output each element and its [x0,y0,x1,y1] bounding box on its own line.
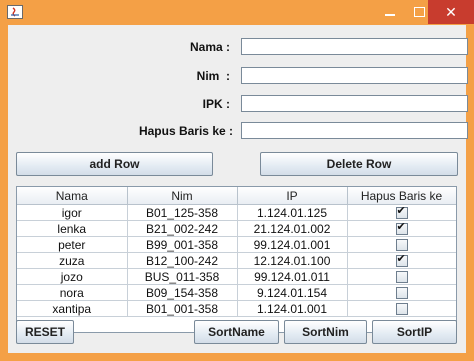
hapus-checkbox[interactable] [395,205,408,219]
sort-name-button[interactable]: SortName [194,320,279,344]
close-icon: ✕ [445,3,457,20]
table-row[interactable]: nora B09_154-358 9.124.01.154 [17,284,456,301]
cell-ip[interactable]: 12.124.01.100 [237,252,348,269]
reset-button[interactable]: RESET [16,320,74,344]
nama-input[interactable] [241,38,468,55]
cell-nama[interactable]: jozo [17,268,128,285]
cell-nim[interactable]: B21_002-242 [127,220,238,237]
cell-hapus [347,268,456,285]
cell-hapus [347,284,456,301]
cell-nama[interactable]: zuza [17,252,128,269]
table-row[interactable]: lenka B21_002-242 21.124.01.002 [17,220,456,237]
cell-hapus [347,252,456,269]
cell-nama[interactable]: igor [17,204,128,221]
column-header-nim[interactable]: Nim [127,187,238,205]
cell-nim[interactable]: B01_001-358 [127,300,238,317]
hapus-baris-input[interactable] [241,122,468,139]
title-bar: ✕ [0,0,474,25]
sort-nim-button[interactable]: SortNim [284,320,367,344]
close-button[interactable]: ✕ [428,0,474,24]
cell-nim[interactable]: B09_154-358 [127,284,238,301]
java-app-icon [7,5,23,19]
delete-row-button[interactable]: Delete Row [260,152,458,176]
table-row[interactable]: peter B99_001-358 99.124.01.001 [17,236,456,253]
hapus-checkbox[interactable] [395,238,408,251]
hapus-checkbox[interactable] [395,253,408,267]
cell-hapus [347,236,456,253]
minimize-icon [385,14,395,16]
data-table: Nama Nim IP Hapus Baris ke igor B01_125-… [16,186,457,333]
sort-ip-button[interactable]: SortIP [372,320,457,344]
cell-nama[interactable]: nora [17,284,128,301]
cell-hapus [347,220,456,237]
cell-nim[interactable]: B12_100-242 [127,252,238,269]
hapus-baris-label: Hapus Baris ke : [138,124,233,138]
cell-nim[interactable]: B99_001-358 [127,236,238,253]
column-header-hapus[interactable]: Hapus Baris ke [347,187,456,205]
cell-nama[interactable]: lenka [17,220,128,237]
cell-nama[interactable]: xantipa [17,300,128,317]
minimize-button[interactable] [375,0,405,24]
hapus-checkbox[interactable] [395,270,408,283]
table-header-row: Nama Nim IP Hapus Baris ke [17,187,456,205]
add-row-button[interactable]: add Row [16,152,213,176]
hapus-checkbox[interactable] [395,302,408,315]
hapus-checkbox[interactable] [395,286,408,299]
table-row[interactable]: zuza B12_100-242 12.124.01.100 [17,252,456,269]
nama-label: Nama : [189,40,230,54]
ipk-label: IPK : [202,97,230,111]
cell-ip[interactable]: 99.124.01.001 [237,236,348,253]
cell-nim[interactable]: B01_125-358 [127,204,238,221]
cell-ip[interactable]: 1.124.01.001 [237,300,348,317]
column-header-nama[interactable]: Nama [17,187,128,205]
ipk-input[interactable] [241,95,468,112]
cell-nama[interactable]: peter [17,236,128,253]
hapus-checkbox[interactable] [395,221,408,235]
maximize-icon [413,7,425,17]
cell-ip[interactable]: 9.124.01.154 [237,284,348,301]
cell-ip[interactable]: 99.124.01.011 [237,268,348,285]
table-row[interactable]: jozo BUS_011-358 99.124.01.011 [17,268,456,285]
cell-ip[interactable]: 21.124.01.002 [237,220,348,237]
cell-hapus [347,300,456,317]
nim-input[interactable] [241,67,468,84]
nim-label: Nim : [196,69,230,83]
table-row[interactable]: xantipa B01_001-358 1.124.01.001 [17,300,456,317]
table-row[interactable]: igor B01_125-358 1.124.01.125 [17,204,456,221]
cell-ip[interactable]: 1.124.01.125 [237,204,348,221]
column-header-ip[interactable]: IP [237,187,348,205]
cell-hapus [347,204,456,221]
main-panel: Nama : Nim : IPK : Hapus Baris ke : add … [8,25,468,353]
cell-nim[interactable]: BUS_011-358 [127,268,238,285]
